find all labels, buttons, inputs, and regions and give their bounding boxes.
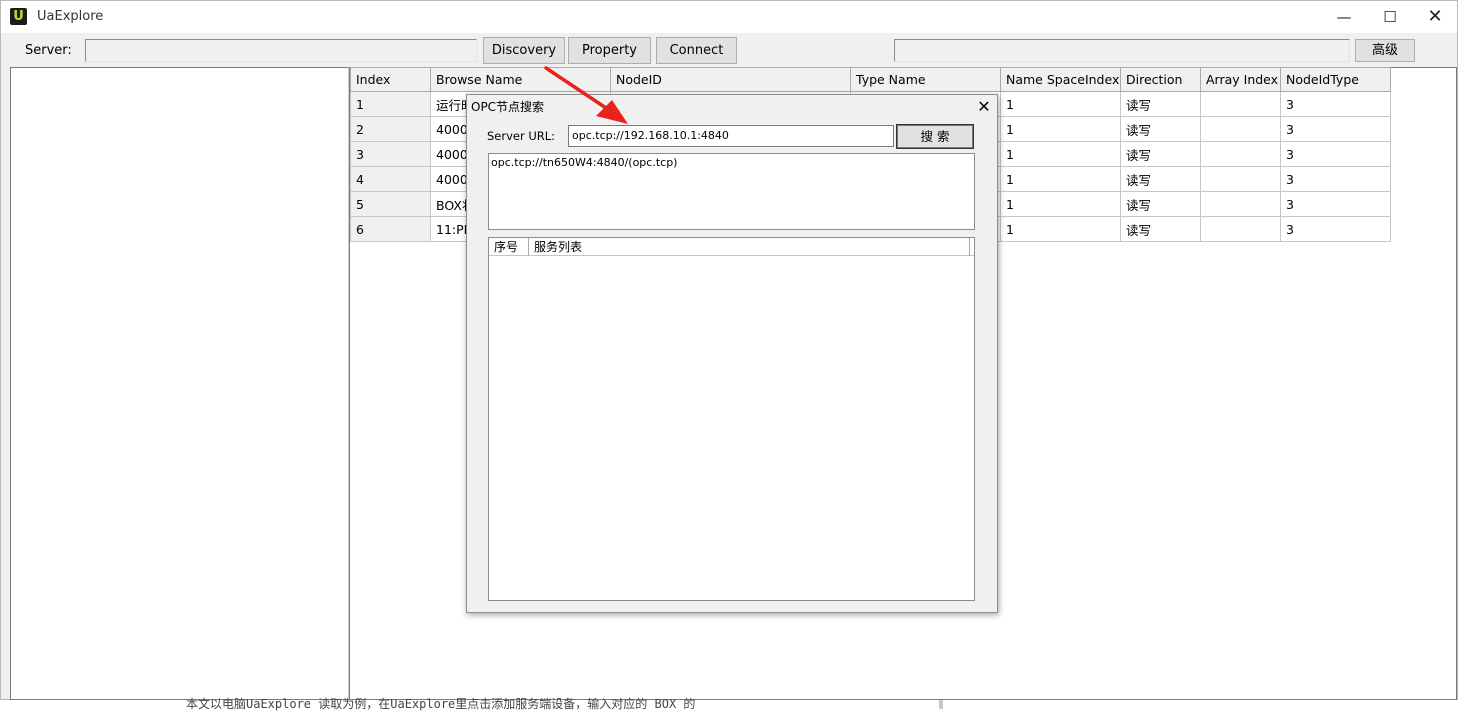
- discovered-server-url[interactable]: opc.tcp://tn650W4:4840/(opc.tcp): [491, 156, 677, 169]
- column-header-array-index[interactable]: Array Index: [1200, 67, 1281, 92]
- maximize-icon[interactable]: ☐: [1367, 1, 1413, 33]
- service-list[interactable]: 序号 服务列表: [488, 237, 975, 601]
- server-label: Server:: [25, 43, 72, 58]
- close-icon[interactable]: ✕: [1412, 1, 1458, 33]
- cell-namespace-index: 1: [1000, 166, 1121, 192]
- column-header-direction[interactable]: Direction: [1120, 67, 1201, 92]
- cell-array-index: [1200, 216, 1281, 242]
- column-header-service-list[interactable]: 服务列表: [529, 238, 970, 256]
- cell-array-index: [1200, 141, 1281, 167]
- cell-array-index: [1200, 116, 1281, 142]
- column-header-namespace-index[interactable]: Name SpaceIndex: [1000, 67, 1121, 92]
- cell-node-id-type: 3: [1280, 91, 1391, 117]
- cell-direction: 读写: [1120, 91, 1201, 117]
- dialog-close-icon[interactable]: ✕: [972, 95, 996, 119]
- cell-node-id-type: 3: [1280, 216, 1391, 242]
- cell-node-id-type: 3: [1280, 116, 1391, 142]
- node-tree-pane[interactable]: [10, 67, 349, 700]
- service-list-header: 序号 服务列表: [489, 238, 974, 256]
- advanced-button[interactable]: 高级: [1355, 39, 1415, 62]
- window-title: UaExplore: [37, 9, 104, 24]
- server-url-input[interactable]: opc.tcp://192.168.10.1:4840: [568, 125, 894, 147]
- cell-index: 2: [350, 116, 431, 142]
- server-input[interactable]: [85, 39, 477, 62]
- cell-node-id-type: 3: [1280, 166, 1391, 192]
- server-url-label: Server URL:: [487, 129, 556, 143]
- discovery-button[interactable]: Discovery: [483, 37, 565, 64]
- cell-namespace-index: 1: [1000, 91, 1121, 117]
- title-bar: U UaExplore — ☐ ✕: [1, 1, 1457, 33]
- cell-array-index: [1200, 166, 1281, 192]
- column-header-type-name[interactable]: Type Name: [850, 67, 1001, 92]
- discovery-result-box[interactable]: opc.tcp://tn650W4:4840/(opc.tcp): [488, 153, 975, 230]
- cell-index: 6: [350, 216, 431, 242]
- column-header-sequence[interactable]: 序号: [489, 238, 529, 256]
- connect-button[interactable]: Connect: [656, 37, 737, 64]
- search-button[interactable]: 搜 索: [896, 124, 974, 149]
- table-header-row: Index Browse Name NodeID Type Name Name …: [350, 67, 1391, 92]
- cell-direction: 读写: [1120, 166, 1201, 192]
- dialog-title: OPC节点搜索: [471, 100, 545, 114]
- column-header-browse-name[interactable]: Browse Name: [430, 67, 611, 92]
- cell-index: 5: [350, 191, 431, 217]
- column-header-node-id[interactable]: NodeID: [610, 67, 851, 92]
- app-logo-icon: U: [10, 8, 27, 25]
- cell-node-id-type: 3: [1280, 141, 1391, 167]
- cell-direction: 读写: [1120, 191, 1201, 217]
- column-header-index[interactable]: Index: [350, 67, 431, 92]
- opc-node-search-dialog: OPC节点搜索 ✕ Server URL: opc.tcp://192.168.…: [466, 94, 998, 613]
- cell-namespace-index: 1: [1000, 216, 1121, 242]
- cell-node-id-type: 3: [1280, 191, 1391, 217]
- property-button[interactable]: Property: [568, 37, 651, 64]
- column-header-node-id-type[interactable]: NodeIdType: [1280, 67, 1391, 92]
- cell-array-index: [1200, 191, 1281, 217]
- cell-direction: 读写: [1120, 116, 1201, 142]
- background-scrollbar: [939, 700, 943, 709]
- cell-namespace-index: 1: [1000, 141, 1121, 167]
- cell-index: 1: [350, 91, 431, 117]
- cell-direction: 读写: [1120, 141, 1201, 167]
- minimize-icon[interactable]: —: [1321, 1, 1367, 33]
- cell-namespace-index: 1: [1000, 116, 1121, 142]
- status-field[interactable]: [894, 39, 1350, 62]
- cell-array-index: [1200, 91, 1281, 117]
- background-article-text: 本文以电脑UaExplore 读取为例，在UaExplore里点击添加服务端设备…: [186, 697, 696, 711]
- cell-index: 3: [350, 141, 431, 167]
- cell-namespace-index: 1: [1000, 191, 1121, 217]
- cell-direction: 读写: [1120, 216, 1201, 242]
- cell-index: 4: [350, 166, 431, 192]
